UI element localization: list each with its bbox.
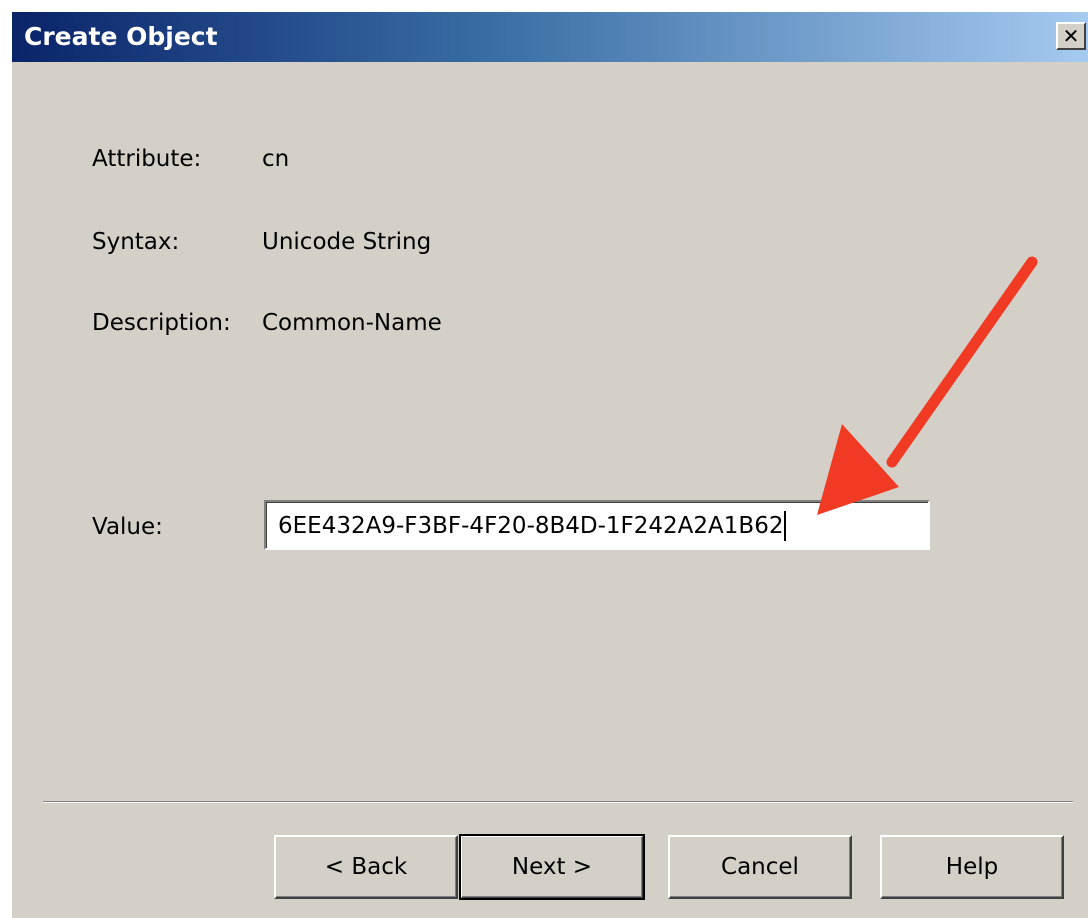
red-arrow-icon [817, 256, 1038, 515]
title-bar[interactable]: Create Object ✕ [12, 12, 1088, 62]
close-button[interactable]: ✕ [1056, 22, 1086, 50]
cancel-button[interactable]: Cancel [668, 835, 852, 899]
close-icon: ✕ [1062, 24, 1080, 48]
next-button[interactable]: Next > [459, 834, 645, 900]
description-value: Common-Name [262, 310, 442, 336]
attribute-label: Attribute: [92, 146, 202, 172]
value-input[interactable]: 6EE432A9-F3BF-4F20-8B4D-1F242A2A1B62 [264, 500, 930, 550]
attribute-value: cn [262, 146, 290, 172]
syntax-label: Syntax: [92, 229, 180, 255]
back-button[interactable]: < Back [274, 835, 458, 899]
value-input-text[interactable]: 6EE432A9-F3BF-4F20-8B4D-1F242A2A1B62 [278, 511, 787, 541]
create-object-dialog: Create Object ✕ Attribute: cn Syntax: Un… [10, 10, 1088, 918]
value-label: Value: [92, 514, 163, 540]
description-label: Description: [92, 310, 231, 336]
window-title: Create Object [24, 22, 218, 51]
syntax-value: Unicode String [262, 229, 432, 255]
help-button[interactable]: Help [880, 835, 1064, 899]
button-separator [43, 801, 1073, 803]
